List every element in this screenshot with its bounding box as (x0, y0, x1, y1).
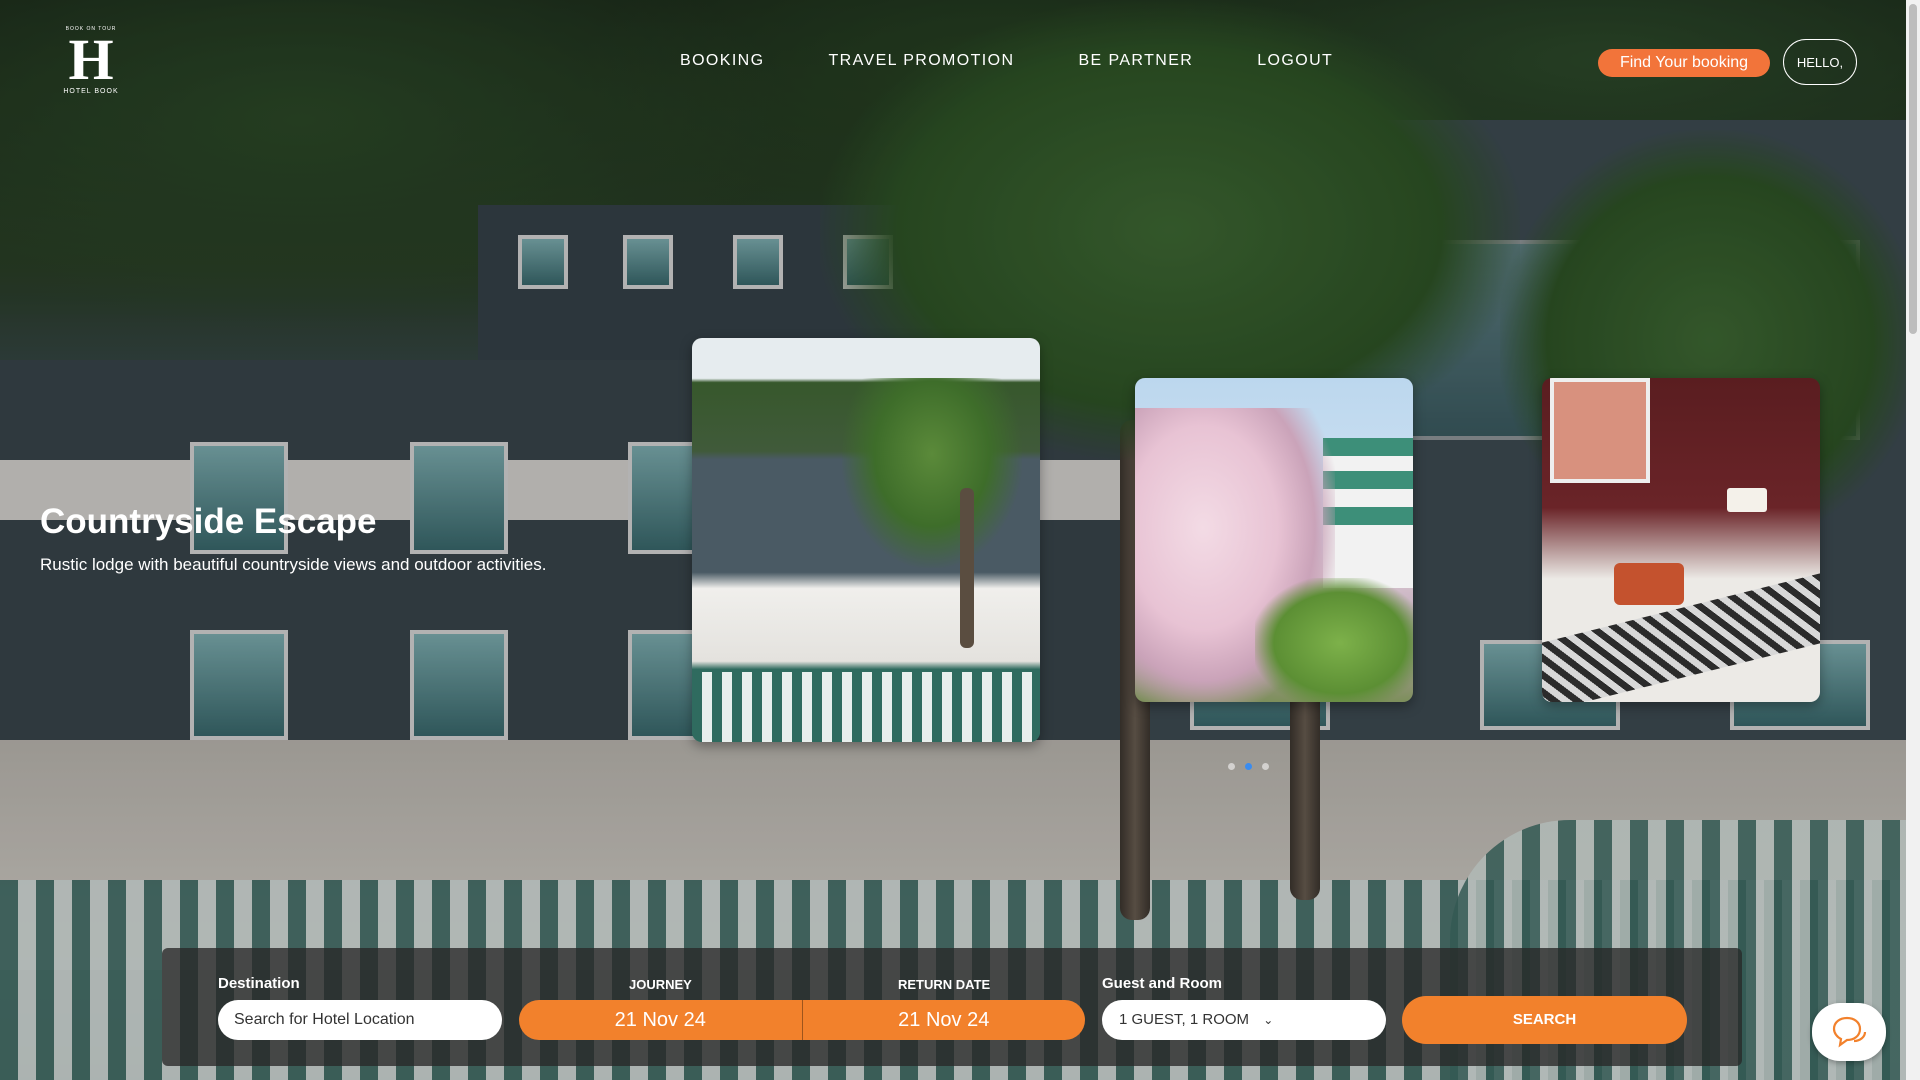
guest-room-label: Guest and Room (1102, 975, 1223, 992)
hero-title: Countryside Escape (40, 502, 377, 541)
find-your-booking-button[interactable]: Find Your booking (1598, 49, 1770, 77)
guest-room-value: 1 GUEST, 1 ROOM (1119, 1011, 1250, 1028)
chat-bubbles-icon (1832, 1016, 1867, 1048)
castle-photo (1323, 438, 1413, 588)
date-range-picker: 21 Nov 24 21 Nov 24 (519, 1000, 1085, 1040)
slide-card-hotel-bedroom[interactable] (1542, 378, 1820, 702)
nav-travel-promotion[interactable]: TRAVEL PROMOTION (828, 52, 1014, 70)
palm-tree-photo (842, 378, 1022, 568)
return-date-label: RETURN DATE (898, 977, 991, 992)
chat-button[interactable] (1812, 1003, 1886, 1061)
slider-dot[interactable] (1262, 763, 1269, 770)
search-button[interactable]: SEARCH (1402, 996, 1687, 1044)
pillow-photo (1614, 563, 1684, 605)
destination-label: Destination (218, 975, 300, 992)
guest-room-select[interactable]: 1 GUEST, 1 ROOM ⌄ (1102, 1000, 1386, 1040)
nav-logout[interactable]: LOGOUT (1257, 52, 1333, 70)
hero-subtitle: Rustic lodge with beautiful countryside … (40, 555, 547, 574)
nav-booking[interactable]: BOOKING (680, 52, 764, 70)
slider-dot[interactable] (1228, 763, 1235, 770)
palm-trunk-photo (960, 488, 974, 648)
page-scrollbar[interactable] (1906, 0, 1920, 1080)
pool-tiles-photo (692, 672, 1040, 742)
hello-user-button[interactable]: HELLO, (1783, 39, 1857, 85)
nav-be-partner[interactable]: BE PARTNER (1078, 52, 1193, 70)
chevron-down-icon: ⌄ (1263, 1013, 1274, 1027)
return-date-field[interactable]: 21 Nov 24 (801, 1000, 1086, 1040)
wall-lamp-photo (1727, 488, 1767, 512)
destination-input[interactable] (218, 1000, 502, 1040)
slide-card-cherry-blossom-castle[interactable] (1135, 378, 1413, 702)
green-tree-photo (1255, 578, 1413, 702)
slider-dots (1228, 763, 1279, 770)
slide-card-resort-pool[interactable] (692, 338, 1040, 742)
main-nav: BOOKING TRAVEL PROMOTION BE PARTNER LOGO… (680, 52, 1397, 70)
hotel-book-logo[interactable]: BOOK ON TOUR H HOTEL BOOK (60, 26, 122, 98)
logo-name: HOTEL BOOK (63, 88, 119, 95)
wall-art-photo (1550, 378, 1650, 483)
scrollbar-thumb[interactable] (1909, 4, 1917, 334)
logo-mark: H (68, 27, 114, 92)
journey-date-field[interactable]: 21 Nov 24 (519, 1000, 802, 1040)
journey-label: JOURNEY (629, 977, 692, 992)
slider-dot-active[interactable] (1245, 763, 1252, 770)
